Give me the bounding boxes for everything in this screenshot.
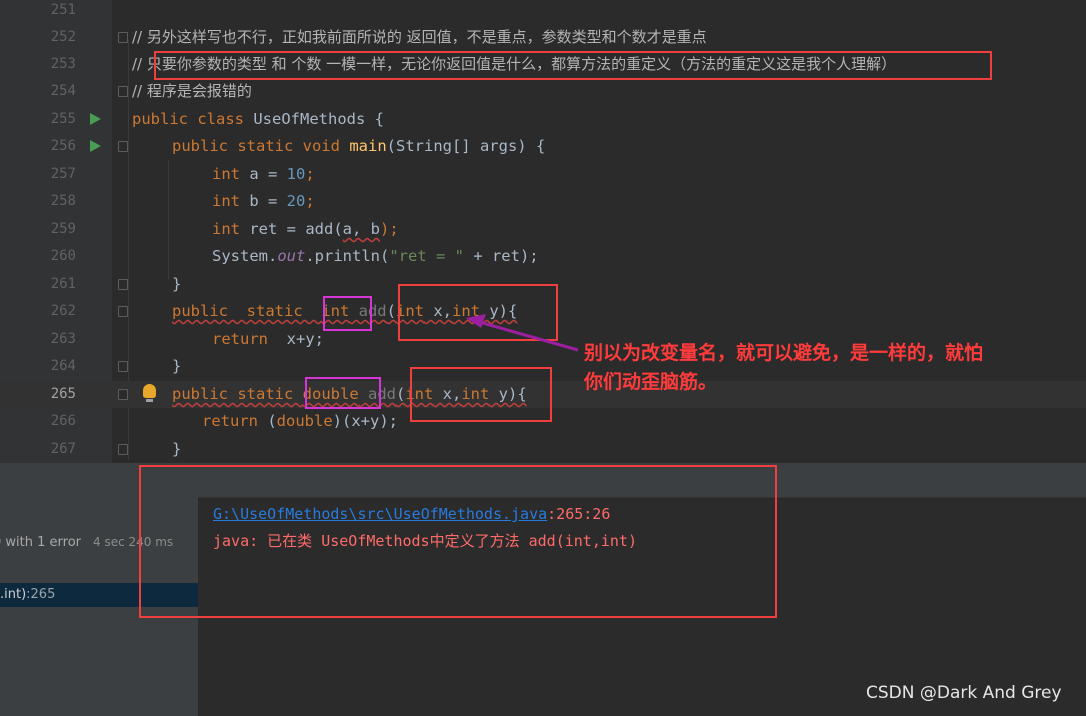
- error-file-link[interactable]: G:\UseOfMethods\src\UseOfMethods.java: [213, 505, 547, 523]
- build-tree[interactable]: 0 with 1 error 4 sec 240 ms .int):265: [0, 497, 198, 716]
- annotation-note: 别以为改变量名，就可以避免，是一样的，就怕 你们动歪脑筋。: [584, 342, 984, 393]
- build-error-message: java: 已在类 UseOfMethods中定义了方法 add(int,int…: [213, 532, 637, 550]
- build-panel-toolbar: [0, 463, 1086, 498]
- build-summary[interactable]: 0 with 1 error 4 sec 240 ms: [0, 535, 173, 550]
- build-output-location: G:\UseOfMethods\src\UseOfMethods.java:26…: [213, 505, 611, 523]
- build-tree-error-item[interactable]: .int):265: [0, 583, 198, 607]
- watermark: CSDN @Dark And Grey: [866, 683, 1062, 703]
- code-editor[interactable]: 251 252 // 另外这样写也不行，正如我前面所说的 返回值，不是重点，参数…: [0, 0, 1086, 463]
- build-output-panel: 0 with 1 error 4 sec 240 ms .int):265 G:\…: [0, 463, 1086, 716]
